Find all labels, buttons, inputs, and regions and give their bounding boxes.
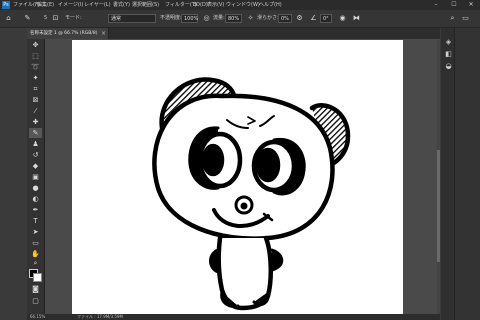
menu-bar: Ps ファイル(F) 編集(E) イメージ(I) レイヤー(L) 書式(Y) 選… <box>0 0 480 10</box>
screen-mode-icon[interactable]: ▢ <box>29 296 42 306</box>
airbrush-icon[interactable]: ✧ <box>246 14 255 23</box>
adjustments-panel-icon[interactable]: ◒ <box>444 62 453 71</box>
eyedropper-tool-icon[interactable]: ⁄ <box>29 106 42 116</box>
brush-preset-icon[interactable]: ⊡ <box>51 14 60 23</box>
brush-tool-active-icon[interactable]: ✎ <box>29 128 42 138</box>
dodge-tool-icon[interactable]: ◐ <box>29 194 42 204</box>
workspace-icon[interactable]: ▭ <box>461 14 470 23</box>
smoothing-input[interactable]: 0% <box>278 14 292 23</box>
left-pupil <box>201 143 225 177</box>
gradient-tool-icon[interactable]: ▣ <box>29 172 42 182</box>
smoothing-settings-icon[interactable]: ⚙ <box>295 14 304 23</box>
menu-view[interactable]: 表示(V) <box>207 0 224 10</box>
healing-brush-icon[interactable]: ✚ <box>29 117 42 127</box>
blur-tool-icon[interactable]: ● <box>29 183 42 193</box>
type-tool-icon[interactable]: T <box>29 216 42 226</box>
pressure-size-icon[interactable]: ◉ <box>338 14 347 23</box>
minimize-button[interactable]: – <box>428 0 444 10</box>
options-bar: ⌂ ✎ 5 ⊡ モード: 通常 不透明度: 100% ◎ 流量: 80% ✧ 滑… <box>0 10 480 28</box>
angle-input[interactable]: 0° <box>320 14 332 23</box>
menu-help[interactable]: ヘルプ(H) <box>259 0 282 10</box>
smoothing-label: 滑らかさ: <box>257 15 279 21</box>
left-margin <box>0 28 27 316</box>
document-tab-bar: 名称未設定 1 @ 66.7% (RGB/8) × <box>27 28 440 39</box>
layers-panel-icon[interactable]: ◈ <box>444 38 453 47</box>
menu-image[interactable]: イメージ(I) <box>58 0 83 10</box>
right-arm <box>270 248 284 272</box>
vertical-scrollbar[interactable] <box>437 40 440 315</box>
zoom-tool-icon[interactable]: ⌕ <box>29 258 42 268</box>
search-icon[interactable]: ⌕ <box>448 14 457 23</box>
quick-mask-icon[interactable]: ◙ <box>29 284 42 294</box>
photoshop-logo: Ps <box>2 1 10 9</box>
flow-label: 流量: <box>213 15 225 21</box>
clone-stamp-icon[interactable]: ♟ <box>29 139 42 149</box>
document-canvas[interactable] <box>72 40 403 314</box>
path-select-icon[interactable]: ➤ <box>29 227 42 237</box>
menu-3d[interactable]: 3D(D) <box>193 0 208 10</box>
close-window-button[interactable]: ✕ <box>463 0 479 10</box>
lasso-tool-icon[interactable]: ➰ <box>29 62 42 72</box>
close-tab-icon[interactable]: × <box>101 28 106 39</box>
document-info[interactable]: ファイル : 17.9M/3.59M <box>77 314 123 320</box>
pen-tool-icon[interactable]: ✒ <box>29 205 42 215</box>
right-dock <box>441 28 454 320</box>
shape-tool-icon[interactable]: ▭ <box>29 238 42 248</box>
home-icon[interactable]: ⌂ <box>4 14 13 23</box>
history-brush-icon[interactable]: ↺ <box>29 150 42 160</box>
right-pupil <box>255 147 281 183</box>
menu-window[interactable]: ウィンドウ(W) <box>226 0 260 10</box>
menu-edit[interactable]: 編集(E) <box>37 0 54 10</box>
move-tool-icon[interactable]: ✥ <box>29 40 42 50</box>
status-bar: 66.15% ファイル : 17.9M/3.59M <box>27 314 440 320</box>
mode-label: モード: <box>65 15 82 21</box>
document-tab-title: 名称未設定 1 @ 66.7% (RGB/8) <box>30 31 98 36</box>
crop-tool-icon[interactable]: ⌗ <box>29 84 42 94</box>
symmetry-icon[interactable]: ⧓ <box>352 14 361 23</box>
nose-dot <box>240 202 248 210</box>
menu-layer[interactable]: レイヤー(L) <box>84 0 111 10</box>
opacity-input[interactable]: 100% <box>181 14 198 23</box>
scrollbar-thumb[interactable] <box>437 150 440 262</box>
panda-drawing <box>152 77 351 311</box>
mode-select[interactable]: 通常 <box>108 14 156 23</box>
opacity-label: 不透明度: <box>160 15 182 21</box>
head <box>152 93 335 241</box>
menu-type[interactable]: 書式(Y) <box>113 0 130 10</box>
zoom-level[interactable]: 66.15% <box>30 314 45 320</box>
marquee-tool-icon[interactable]: ⬚ <box>29 51 42 61</box>
menu-file[interactable]: ファイル(F) <box>13 0 40 10</box>
frame-tool-icon[interactable]: ⊠ <box>29 95 42 105</box>
left-arm <box>209 248 220 274</box>
eraser-tool-icon[interactable]: ◆ <box>29 161 42 171</box>
color-panel-icon[interactable]: ◧ <box>444 50 453 59</box>
document-tab[interactable]: 名称未設定 1 @ 66.7% (RGB/8) × <box>27 28 109 39</box>
angle-icon[interactable]: ∠ <box>309 14 318 23</box>
flow-input[interactable]: 80% <box>225 14 242 23</box>
maximize-button[interactable]: ☐ <box>446 0 462 10</box>
menu-select[interactable]: 選択範囲(S) <box>132 0 159 10</box>
quick-select-icon[interactable]: ✦ <box>29 73 42 83</box>
brush-tool-icon[interactable]: ✎ <box>23 14 32 23</box>
brush-size-value[interactable]: 5 <box>44 10 47 27</box>
background-color-swatch[interactable] <box>33 273 42 282</box>
right-panel <box>454 28 480 320</box>
pressure-opacity-icon[interactable]: ◎ <box>202 14 211 23</box>
